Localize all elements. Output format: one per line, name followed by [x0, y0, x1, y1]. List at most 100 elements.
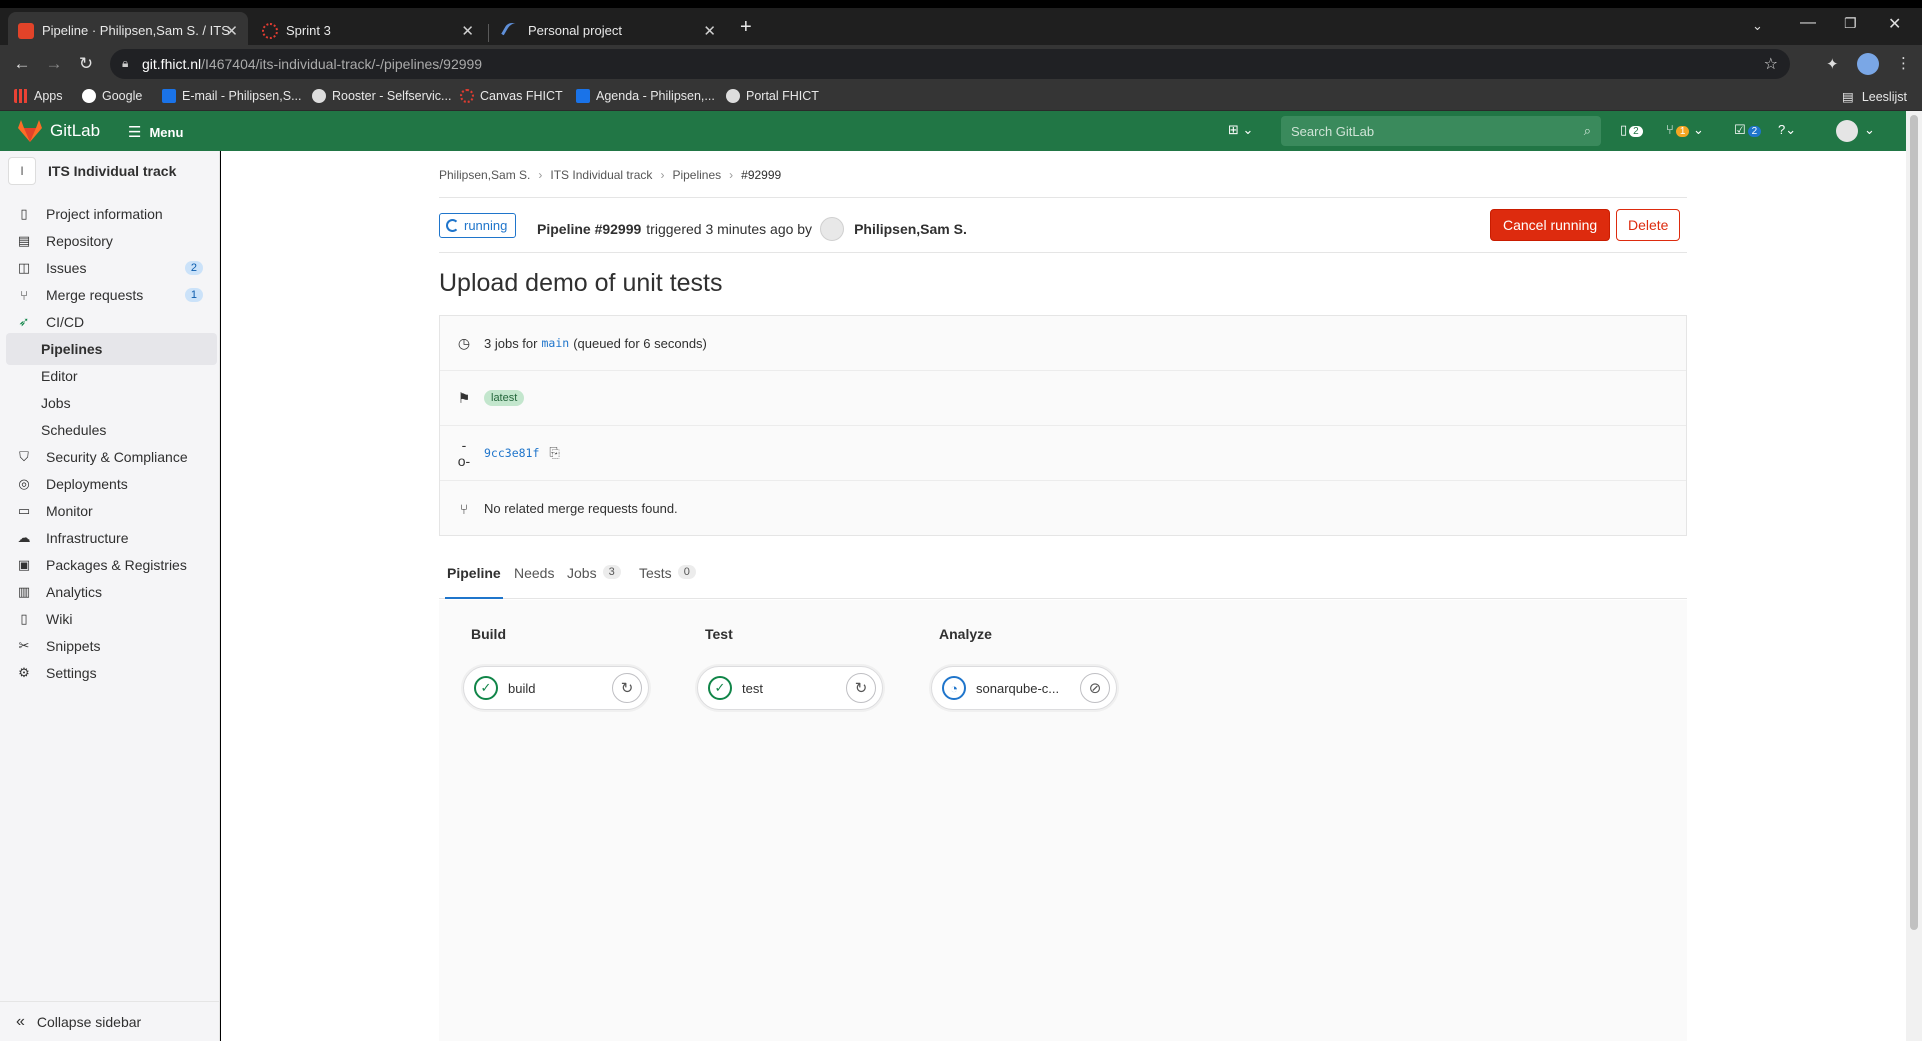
issues-icon: ◫	[17, 260, 31, 275]
project-sidebar: I ITS Individual track ▯ Project informat…	[0, 151, 220, 1041]
running-status-icon	[446, 219, 459, 232]
bookmark-apps[interactable]: Apps	[14, 89, 63, 103]
restore-icon[interactable]: ❐	[1844, 15, 1857, 32]
create-new-icon[interactable]: ⊞ ⌄	[1228, 122, 1253, 138]
google-icon	[82, 89, 96, 103]
cancel-icon[interactable]: ⊘	[1080, 673, 1110, 703]
job-test[interactable]: ✓ test ↻	[697, 666, 883, 710]
cancel-running-button[interactable]: Cancel running	[1490, 209, 1611, 241]
rocket-icon: ➶	[18, 314, 30, 329]
url-bar[interactable]: 🔒︎ git.fhict.nl/I467404/its-individual-t…	[110, 49, 1790, 79]
user-avatar[interactable]	[1836, 120, 1858, 142]
mr-count-badge: 1	[184, 288, 203, 302]
web-icon	[726, 89, 740, 103]
bookmark-star-icon[interactable]: ☆	[1764, 54, 1778, 74]
tests-count-badge: 0	[677, 565, 696, 579]
retry-icon[interactable]: ↻	[846, 673, 876, 703]
running-status-icon: ◔	[942, 676, 966, 700]
apps-grid-icon	[14, 89, 28, 103]
retry-icon[interactable]: ↻	[612, 673, 642, 703]
new-tab-button[interactable]: +	[740, 16, 752, 39]
browser-tab-pipeline[interactable]: Pipeline · Philipsen,Sam S. / ITS In ✕	[8, 12, 248, 49]
search-placeholder: Search GitLab	[1291, 124, 1375, 139]
bookmark-rooster[interactable]: Rooster - Selfservic...	[312, 89, 451, 103]
tab-jobs[interactable]: Jobs 3	[567, 565, 621, 599]
breadcrumb-pipeline-id[interactable]: #92999	[741, 168, 781, 182]
close-tab-icon[interactable]: ✕	[703, 22, 716, 40]
tab-pipeline[interactable]: Pipeline	[445, 565, 503, 599]
todos-header-icon[interactable]: ☑ 2	[1734, 122, 1762, 138]
back-icon[interactable]: ←	[11, 54, 33, 74]
job-name: build	[508, 680, 536, 696]
reload-icon[interactable]: ↻	[75, 54, 97, 74]
scrollbar-thumb[interactable]	[1910, 115, 1918, 930]
author-avatar[interactable]	[820, 217, 845, 241]
breadcrumb: Philipsen,Sam S. › ITS Individual track › …	[439, 168, 781, 182]
divider	[439, 197, 1687, 198]
browser-menu-icon[interactable]: ⋮	[1896, 54, 1911, 72]
breadcrumb-separator: ›	[729, 168, 734, 182]
job-sonarqube[interactable]: ◔ sonarqube-c... ⊘	[931, 666, 1117, 710]
job-build[interactable]: ✓ build ↻	[463, 666, 649, 710]
gitlab-logo[interactable]: GitLab	[18, 120, 100, 142]
tab-search-icon[interactable]: ⌄	[1752, 18, 1763, 34]
gear-icon: ⚙	[18, 665, 30, 680]
page-scrollbar[interactable]	[1906, 111, 1922, 1041]
breadcrumb-user[interactable]: Philipsen,Sam S.	[439, 168, 530, 182]
close-tab-icon[interactable]: ✕	[225, 22, 238, 40]
browser-tab-title: Sprint 3	[286, 23, 331, 38]
hamburger-icon: ☰	[128, 124, 142, 141]
project-header[interactable]: I ITS Individual track	[8, 157, 176, 185]
copy-icon[interactable]: ⎘	[549, 445, 559, 461]
chevron-down-icon[interactable]: ⌄	[1864, 122, 1875, 138]
latest-tag: latest	[484, 390, 525, 406]
flag-icon: ⚑	[457, 389, 471, 406]
pipeline-id: Pipeline #92999	[537, 221, 642, 237]
status-badge[interactable]: running	[439, 213, 517, 238]
gitlab-top-bar: GitLab ☰ Menu ⊞ ⌄ Search GitLab ⌕ ▯ 2 ⑂ 1 …	[0, 111, 1906, 151]
reading-list[interactable]: ▤ Leeslijst	[1842, 89, 1907, 105]
tags-info-row: ⚑ latest	[440, 371, 1686, 426]
pipeline-graph: Build ✓ build ↻ Test ✓ test ↻ Analyze ◔ …	[439, 600, 1687, 1041]
merge-requests-header-icon[interactable]: ⑂ 1 ⌄	[1666, 122, 1704, 138]
merge-requests-info-row: ⑂ No related merge requests found.	[440, 481, 1686, 536]
author-name[interactable]: Philipsen,Sam S.	[854, 221, 967, 237]
jobs-info-row: ◷ 3 jobs for main (queued for 6 seconds)	[440, 316, 1686, 371]
breadcrumb-pipelines[interactable]: Pipelines	[672, 168, 721, 182]
pipeline-header-info: Pipeline #92999 triggered 3 minutes ago …	[537, 217, 967, 241]
delete-button[interactable]: Delete	[1616, 209, 1681, 241]
gitlab-favicon-icon	[18, 22, 34, 39]
commit-sha-link[interactable]: 9cc3e81f	[484, 446, 539, 460]
branch-link[interactable]: main	[541, 336, 569, 350]
bookmark-email[interactable]: E-mail - Philipsen,S...	[162, 89, 301, 103]
tab-needs[interactable]: Needs	[514, 565, 554, 599]
browser-tab-sprint[interactable]: Sprint 3 ✕	[252, 12, 484, 49]
minimize-icon[interactable]: —	[1800, 14, 1816, 32]
bookmark-google[interactable]: Google	[82, 89, 142, 103]
issues-header-icon[interactable]: ▯ 2	[1620, 122, 1643, 138]
success-check-icon: ✓	[474, 676, 498, 700]
close-tab-icon[interactable]: ✕	[461, 22, 474, 40]
close-window-icon[interactable]: ✕	[1888, 14, 1901, 34]
merge-request-icon: ⑂	[20, 287, 28, 303]
breadcrumb-separator: ›	[660, 168, 665, 182]
profile-avatar[interactable]	[1857, 53, 1879, 75]
browser-tab-personal[interactable]: Personal project ✕	[494, 12, 726, 49]
shield-icon: ⛉	[19, 449, 29, 464]
commit-icon: -o-	[457, 437, 471, 469]
bookmark-agenda[interactable]: Agenda - Philipsen,...	[576, 89, 715, 103]
forward-icon[interactable]: →	[43, 54, 65, 74]
sidebar-item-settings[interactable]: ⚙ Settings	[6, 657, 217, 689]
bookmark-canvas[interactable]: Canvas FHICT	[460, 89, 563, 103]
search-input[interactable]: Search GitLab ⌕	[1281, 116, 1601, 146]
collapse-sidebar-button[interactable]: « Collapse sidebar	[0, 1001, 219, 1041]
main-menu-button[interactable]: ☰ Menu	[128, 123, 183, 141]
bookmarks-bar: Apps Google E-mail - Philipsen,S... Roos…	[0, 83, 1922, 111]
tab-tests[interactable]: Tests 0	[639, 565, 696, 599]
bookmark-portal[interactable]: Portal FHICT	[726, 89, 819, 103]
extensions-icon[interactable]: ✦	[1826, 55, 1839, 73]
help-icon[interactable]: ?⌄	[1778, 122, 1796, 138]
breadcrumb-project[interactable]: ITS Individual track	[550, 168, 652, 182]
gitlab-brand-text: GitLab	[50, 121, 101, 140]
doc-icon: ▤	[17, 233, 31, 248]
